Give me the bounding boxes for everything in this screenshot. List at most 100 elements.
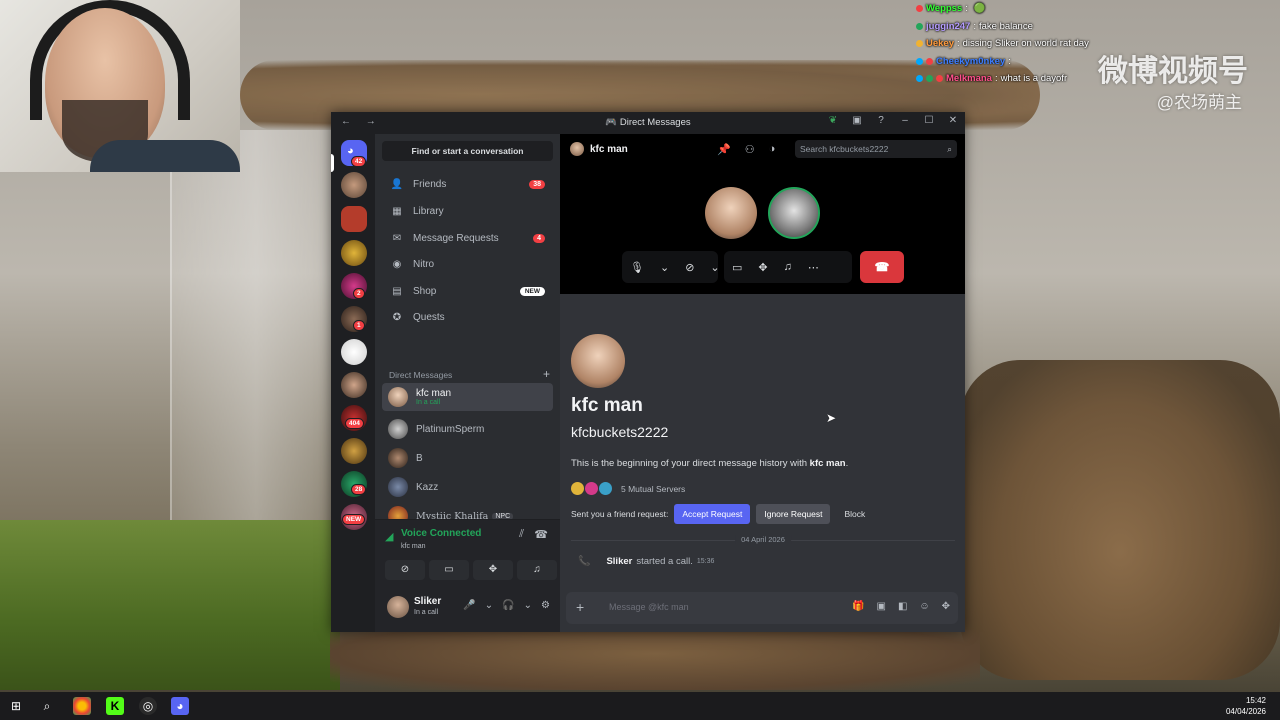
screen-share-icon[interactable]: ▭ [724,261,750,274]
block-button[interactable]: Block [836,504,873,524]
soundboard-icon[interactable]: ♫ [776,261,800,273]
find-conversation-button[interactable]: Find or start a conversation [382,141,553,161]
accept-request-button[interactable]: Accept Request [674,504,751,524]
profile-avatar[interactable] [571,334,625,388]
search-input[interactable]: Search kfcbuckets2222 ⌕ [795,140,957,158]
discord-window: ← → 🎮 Direct Messages ❦ ▣ ? – ☐ ✕ ◕ 42 2… [331,112,965,632]
chat-user: juggin247 [926,20,971,32]
microphone-icon[interactable]: 🎤 [463,600,475,611]
hang-up-button[interactable]: ☎ [860,251,904,283]
taskbar: ⊞ ⌕ K ◎ ◕ 15:42 04/04/2026 [0,692,1280,720]
friend-request-row: Sent you a friend request: Accept Reques… [571,504,873,524]
discord-taskbar-icon[interactable]: ◕ [171,697,189,715]
inbox-icon[interactable]: ▣ [851,115,863,126]
badge-icon [916,75,923,83]
user-profile-icon[interactable]: ◑ [769,143,776,156]
dm-item-kazz[interactable]: Kazz [382,473,553,501]
soundboard-button[interactable]: ♫ [517,560,557,580]
system-clock[interactable]: 15:42 04/04/2026 [1226,695,1266,717]
activities-icon: ✥ [488,564,498,575]
call-user[interactable]: Sliker [606,556,632,567]
friends-icon: 👤 [390,178,404,190]
server-icon[interactable] [341,339,367,365]
chevron-down-icon[interactable]: ⌄ [652,261,677,274]
chevron-down-icon[interactable]: ⌄ [485,600,493,611]
microphone-icon[interactable]: 🎙 [622,261,652,274]
server-icon[interactable] [341,438,367,464]
search-icon[interactable]: ⌕ [38,697,56,715]
activities-icon[interactable]: ✥ [750,261,775,274]
close-icon[interactable]: ✕ [947,115,959,126]
call-action-controls: ▭ ✥ ♫ ⋯ [724,251,852,283]
headphones-icon[interactable]: 🎧 [502,600,514,611]
kick-icon[interactable]: K [106,697,124,715]
emoji-icon[interactable]: ☺ [919,601,929,612]
obs-icon[interactable]: ◎ [139,697,157,715]
sidebar-item-label: Message Requests [413,232,499,244]
pin-icon[interactable]: 📌 [717,143,731,156]
dm-item-kfc-man[interactable]: kfc man In a call [382,383,553,411]
call-participant-kfc-man[interactable] [705,187,757,239]
avatar [388,419,408,439]
call-participant-sliker[interactable] [768,187,820,239]
background-grass [0,520,340,690]
mouse-cursor-icon: ➤ [826,411,837,425]
mic-camera-controls: 🎙 ⌄ ⊘ ⌄ [622,251,720,283]
ignore-request-button[interactable]: Ignore Request [756,504,831,524]
screen-share-button[interactable]: ▭ [429,560,469,580]
more-options-icon[interactable]: ⋯ [800,261,827,274]
server-badge: 28 [351,484,367,495]
chat-line: Melkmana: what is a dayofr [916,70,1096,88]
sidebar-item-shop[interactable]: ▤ Shop NEW [382,279,553,303]
watermark: 微博视频号 [1098,55,1248,88]
sidebar-item-message-requests[interactable]: ✉ Message Requests 4 [382,226,553,250]
sticker-icon[interactable]: ◧ [898,601,907,612]
mutual-server-icon [571,482,584,495]
help-icon[interactable]: ? [875,115,887,126]
activities-button[interactable]: ✥ [473,560,513,580]
windows-start-icon[interactable]: ⊞ [7,697,25,715]
sidebar-item-nitro[interactable]: ◉ Nitro [382,252,553,276]
minimize-icon[interactable]: – [899,115,911,126]
user-avatar[interactable] [387,596,409,618]
user-panel: Sliker In a call 🎤 ⌄ 🎧 ⌄ ⚙ [375,582,560,632]
history-begin-suffix: . [845,458,849,469]
camera-off-button[interactable]: ⊘ [385,560,425,580]
attach-plus-icon[interactable]: + [576,599,584,615]
dm-status: In a call [416,399,441,406]
header-name[interactable]: kfc man [590,144,628,155]
chrome-icon[interactable] [73,697,91,715]
chevron-down-icon[interactable]: ⌄ [524,600,532,611]
mutual-servers[interactable]: 5 Mutual Servers [571,482,685,495]
badge-icon [916,5,923,13]
disconnect-icon[interactable]: ☎ [534,528,548,541]
dm-name: Kazz [416,481,439,493]
dm-item-b[interactable]: B [382,444,553,472]
gift-icon[interactable]: 🎁 [852,601,864,612]
dm-item-platinumsperm[interactable]: PlatinumSperm [382,415,553,443]
apps-icon[interactable]: ✥ [942,601,950,612]
leaf-icon[interactable]: ❦ [827,115,839,126]
quests-icon: ✪ [392,311,402,323]
camera-off-icon[interactable]: ⊘ [677,261,702,274]
server-icon[interactable] [341,206,367,232]
server-icon[interactable] [341,372,367,398]
call-timestamp: 15:36 [696,558,715,565]
server-icon[interactable] [341,240,367,266]
sidebar-item-quests[interactable]: ✪ Quests [382,305,553,329]
chat-line: Weppss: 🟢 [916,0,1096,18]
server-icon[interactable] [341,172,367,198]
noise-suppression-icon[interactable]: ⫽ [519,528,524,541]
sidebar-item-friends[interactable]: 👤 Friends 38 [382,172,553,196]
gif-icon[interactable]: ▣ [876,601,885,612]
create-dm-plus-icon[interactable]: + [543,367,550,381]
watermark-handle: @农场萌主 [1156,93,1242,112]
settings-gear-icon[interactable]: ⚙ [541,600,550,611]
maximize-icon[interactable]: ☐ [923,115,935,126]
profile-username: kfcbuckets2222 [571,424,669,440]
add-friends-icon[interactable]: ⚇ [745,143,755,156]
streamer-shoulder [90,140,240,172]
composer-icons: 🎁 ▣ ◧ ☺ ✥ [852,601,950,612]
sidebar-item-library[interactable]: ▦ Library [382,199,553,223]
message-composer[interactable]: + Message @kfc man 🎁 ▣ ◧ ☺ ✥ [566,592,958,624]
